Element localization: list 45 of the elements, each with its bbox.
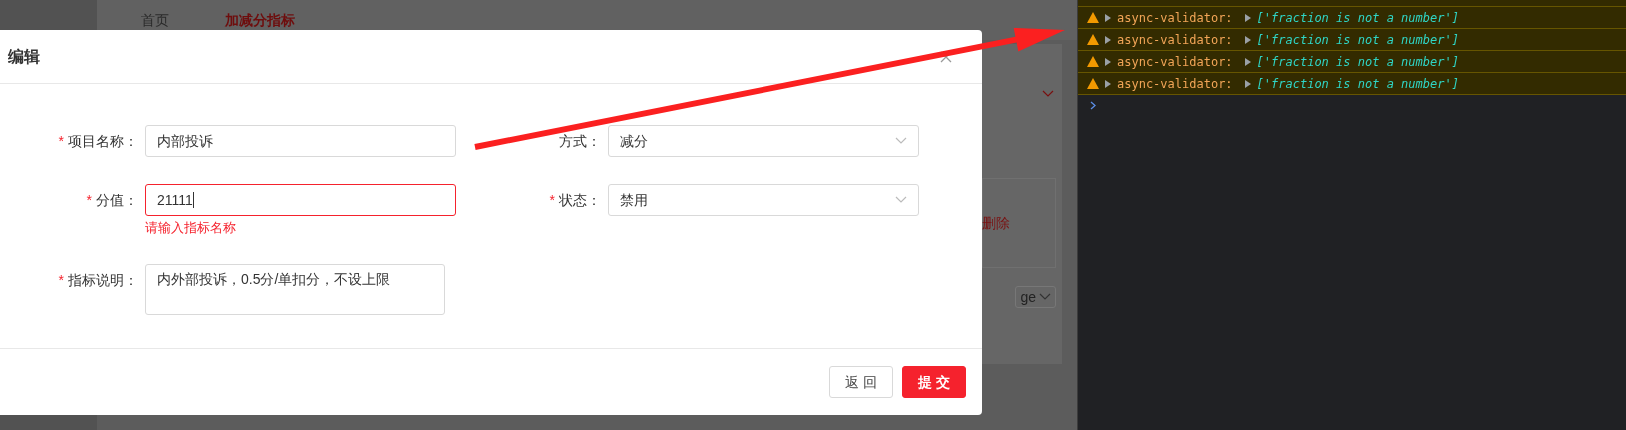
console-source: async-validator: <box>1117 53 1233 71</box>
chevron-down-icon <box>895 137 907 145</box>
expand-triangle-icon[interactable] <box>1105 79 1111 88</box>
console-value: ['fraction is not a number'] <box>1256 75 1459 93</box>
console-source: async-validator: <box>1117 31 1233 49</box>
error-message: 请输入指标名称 <box>145 219 237 237</box>
field-label: 状态： <box>559 192 601 208</box>
console-value: ['fraction is not a number'] <box>1256 31 1459 49</box>
expand-triangle-icon[interactable] <box>1244 13 1251 22</box>
expand-triangle-icon[interactable] <box>1244 35 1251 44</box>
required-asterisk: * <box>58 133 64 149</box>
expand-triangle-icon[interactable] <box>1244 57 1251 66</box>
required-asterisk: * <box>86 192 92 208</box>
console-source: async-validator: <box>1117 9 1233 27</box>
expand-triangle-icon[interactable] <box>1105 13 1111 22</box>
console-value: ['fraction is not a number'] <box>1256 9 1459 27</box>
textarea-field[interactable]: 内外部投诉，0.5分/单扣分，不设上限 <box>145 264 445 315</box>
field-label: 分值： <box>96 192 138 208</box>
expand-triangle-icon[interactable] <box>1244 79 1251 88</box>
warning-icon <box>1087 34 1099 45</box>
chevron-down-icon <box>895 196 907 204</box>
console-source: async-validator: <box>1117 75 1233 93</box>
field-label: 项目名称： <box>68 133 138 149</box>
expand-triangle-icon[interactable] <box>1105 35 1111 44</box>
expand-triangle-icon[interactable] <box>1105 57 1111 66</box>
chevron-down-icon <box>1042 90 1054 98</box>
text-input-field[interactable]: 内部投诉 <box>145 125 456 157</box>
select-value: 减分 <box>620 131 648 151</box>
warning-icon <box>1087 12 1099 23</box>
required-asterisk: * <box>549 192 555 208</box>
select-field[interactable]: 禁用 <box>608 184 919 216</box>
warning-icon <box>1087 78 1099 89</box>
select-field[interactable]: 减分 <box>608 125 919 157</box>
text-input-field[interactable]: 21111 <box>145 184 456 216</box>
console-value: ['fraction is not a number'] <box>1256 53 1459 71</box>
dialog-title: 编辑 <box>8 46 40 67</box>
back-button[interactable]: 返 回 <box>829 366 893 398</box>
field-label: 指标说明： <box>68 272 138 288</box>
chevron-down-icon <box>1039 293 1051 301</box>
prompt-chevron-icon[interactable] <box>1090 101 1096 110</box>
field-label: 方式： <box>559 133 601 149</box>
warning-icon <box>1087 56 1099 67</box>
select-value: 禁用 <box>620 190 648 210</box>
submit-button[interactable]: 提 交 <box>902 366 966 398</box>
required-asterisk: * <box>58 272 64 288</box>
